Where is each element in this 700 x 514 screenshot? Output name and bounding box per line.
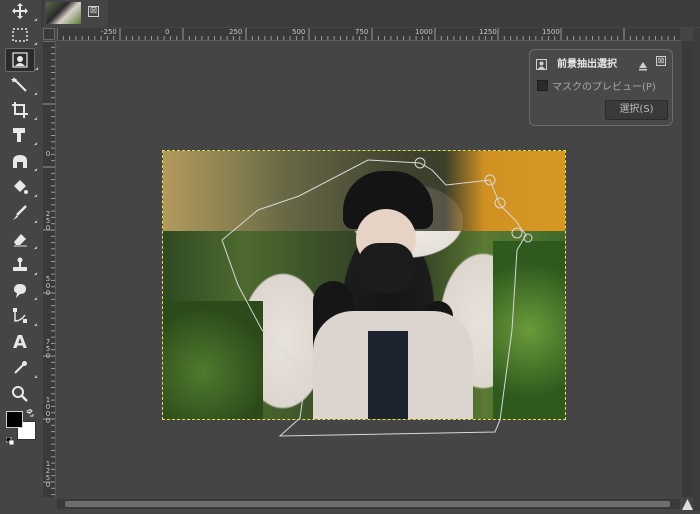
panel-title: 前景抽出選択: [557, 59, 617, 70]
vertical-scrollbar[interactable]: [682, 41, 693, 497]
collapse-panel-icon[interactable]: [638, 56, 648, 71]
foreground-select-icon: [536, 55, 547, 70]
foreground-select-panel: 前景抽出選択 ⊠ マスクのプレビュー(P) 選択(S): [529, 49, 673, 126]
mask-preview-checkbox[interactable]: [537, 80, 548, 91]
mask-preview-label: マスクのプレビュー(P): [552, 82, 656, 93]
select-button[interactable]: 選択(S): [605, 100, 668, 120]
close-panel-icon[interactable]: ⊠: [656, 56, 666, 66]
dock-edge: [693, 28, 700, 511]
horizontal-scroll-thumb[interactable]: [65, 501, 670, 507]
navigate-icon[interactable]: [681, 498, 694, 511]
horizontal-scrollbar[interactable]: [57, 499, 680, 509]
